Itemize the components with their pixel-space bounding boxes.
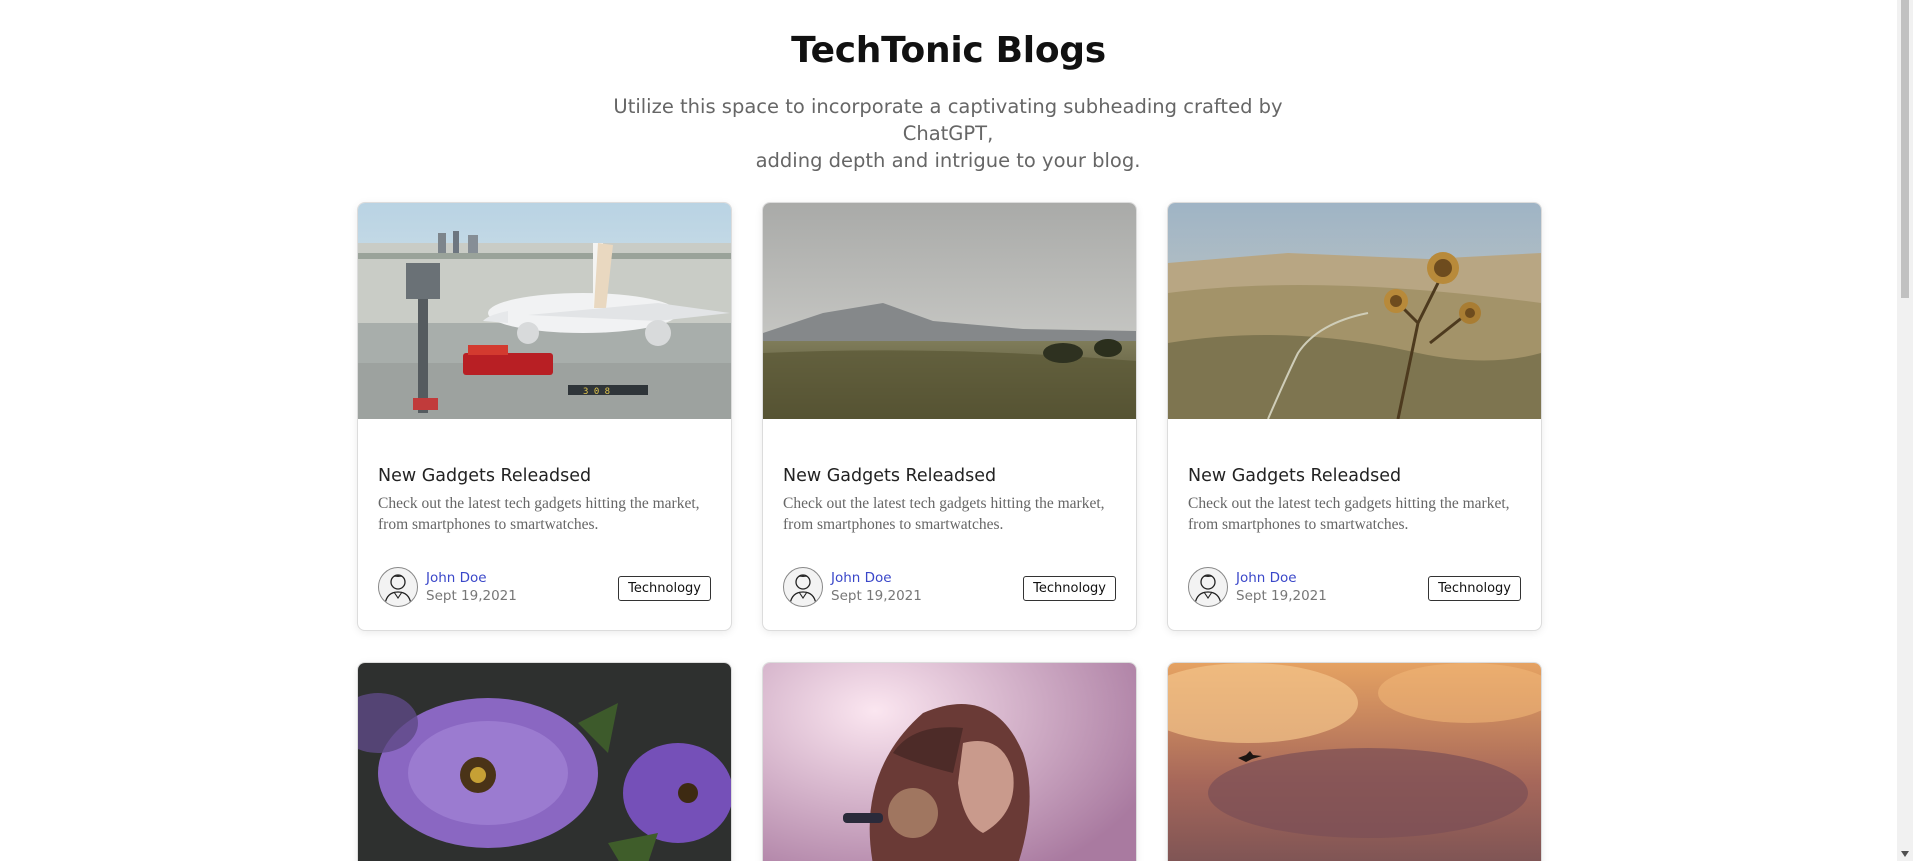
grassland-photo <box>763 203 1136 419</box>
avatar <box>1188 567 1228 607</box>
blog-card[interactable]: 3 0 8 New Gadgets Releadsed Check out th… <box>357 202 732 631</box>
blog-card[interactable] <box>357 662 732 861</box>
tag-button[interactable]: Technology <box>618 576 711 601</box>
purple-flowers-photo <box>358 663 731 861</box>
scrollbar-thumb[interactable] <box>1901 0 1909 298</box>
card-description: Check out the latest tech gadgets hittin… <box>1188 495 1510 533</box>
card-description: Check out the latest tech gadgets hittin… <box>783 495 1105 533</box>
author-name[interactable]: John Doe <box>426 570 487 586</box>
avatar <box>378 567 418 607</box>
card-body: New Gadgets Releadsed Check out the late… <box>1188 465 1521 535</box>
post-date: Sept 19,2021 <box>831 588 922 604</box>
card-footer: John Doe Sept 19,2021 Technology <box>783 567 1116 607</box>
card-body: New Gadgets Releadsed Check out the late… <box>378 465 711 535</box>
vertical-scrollbar[interactable] <box>1897 0 1913 861</box>
page-title: TechTonic Blogs <box>791 30 1106 71</box>
blog-card[interactable] <box>1167 662 1542 861</box>
card-footer: John Doe Sept 19,2021 Technology <box>1188 567 1521 607</box>
tag-button[interactable]: Technology <box>1023 576 1116 601</box>
blog-card[interactable]: New Gadgets Releadsed Check out the late… <box>1167 202 1542 631</box>
card-footer: John Doe Sept 19,2021 Technology <box>378 567 711 607</box>
blog-card[interactable] <box>762 662 1137 861</box>
woman-portrait-photo <box>763 663 1136 861</box>
sunset-bird-photo <box>1168 663 1541 861</box>
airplane-photo: 3 0 8 <box>358 203 731 419</box>
author-name[interactable]: John Doe <box>831 570 892 586</box>
avatar-icon <box>789 574 817 605</box>
author-name[interactable]: John Doe <box>1236 570 1297 586</box>
subtitle-line-1: Utilize this space to incorporate a capt… <box>613 95 1283 145</box>
post-date: Sept 19,2021 <box>1236 588 1327 604</box>
card-title[interactable]: New Gadgets Releadsed <box>378 465 711 487</box>
page: TechTonic Blogs Utilize this space to in… <box>0 0 1913 861</box>
subtitle-line-2: adding depth and intrigue to your blog. <box>755 149 1141 172</box>
card-title[interactable]: New Gadgets Releadsed <box>783 465 1116 487</box>
avatar <box>783 567 823 607</box>
page-subtitle: Utilize this space to incorporate a capt… <box>598 93 1298 174</box>
blog-card[interactable]: New Gadgets Releadsed Check out the late… <box>762 202 1137 631</box>
avatar-icon <box>1194 574 1222 605</box>
thistle-valley-photo <box>1168 203 1541 419</box>
svg-text:3 0 8: 3 0 8 <box>583 387 610 397</box>
post-date: Sept 19,2021 <box>426 588 517 604</box>
card-body: New Gadgets Releadsed Check out the late… <box>783 465 1116 535</box>
avatar-icon <box>384 574 412 605</box>
scroll-down-arrow-icon[interactable] <box>1901 851 1909 857</box>
card-title[interactable]: New Gadgets Releadsed <box>1188 465 1521 487</box>
card-description: Check out the latest tech gadgets hittin… <box>378 495 700 533</box>
tag-button[interactable]: Technology <box>1428 576 1521 601</box>
